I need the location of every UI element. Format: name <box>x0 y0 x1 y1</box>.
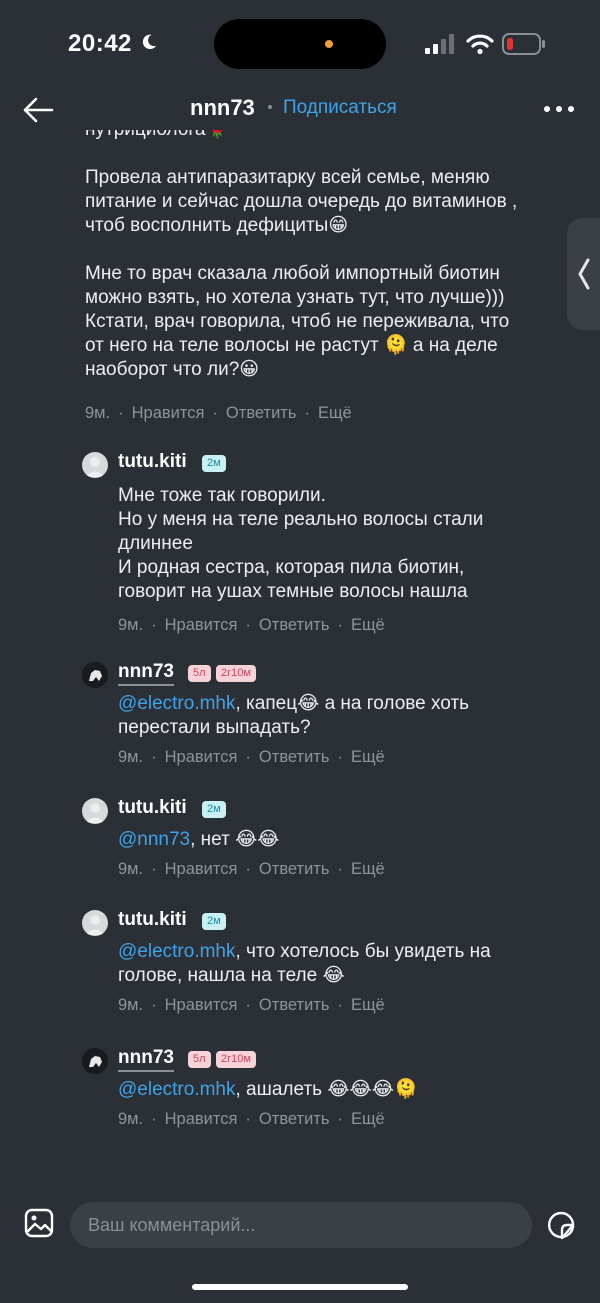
text-line: Но у меня на теле реально волосы стали <box>118 509 484 530</box>
header-title[interactable]: nnn73 <box>190 95 255 121</box>
comment-time: 9м. <box>118 1110 144 1128</box>
text-line: питание и сейчас дошла очередь до витами… <box>85 191 518 212</box>
comments-thread: нутрициолога🌹 Провела антипаразитарку все… <box>0 130 600 1190</box>
comment-text: @nnn73, нет 😂😂 <box>118 828 558 852</box>
text-line: , ашалеть 😂😂😂🫠 <box>235 1079 418 1100</box>
comment-text: @electro.mhk, капец😂 а на голове хоть пер… <box>118 692 558 740</box>
text-line: нутрициолога🌹 <box>85 130 555 142</box>
more-button[interactable]: Ещё <box>351 996 385 1014</box>
text-line: от него на теле волосы не растут 🫠 а на … <box>85 335 498 356</box>
comment-text: Мне тоже так говорили. Но у меня на теле … <box>118 484 558 604</box>
text-line <box>85 142 555 166</box>
comment-meta: 9м. · Нравится · Ответить · Ещё <box>118 996 385 1014</box>
reply-button[interactable]: Ответить <box>259 1110 330 1128</box>
reply-button[interactable]: Ответить <box>259 996 330 1014</box>
status-badge: 2м <box>202 913 226 930</box>
comment-meta: 9м. · Нравится · Ответить · Ещё <box>118 616 385 634</box>
recording-indicator <box>325 40 333 48</box>
reply-button[interactable]: Ответить <box>259 748 330 766</box>
text-line: , нет 😂😂 <box>190 829 280 850</box>
comment-time: 9м. <box>118 860 144 878</box>
user-mention[interactable]: @electro.mhk <box>118 941 236 962</box>
back-arrow-icon[interactable] <box>22 96 54 124</box>
comment-composer <box>0 1190 600 1260</box>
text-line: чтоб восполнить дефициты😁 <box>85 215 349 236</box>
text-line: И родная сестра, которая пила биотин, <box>118 557 465 578</box>
reply-button[interactable]: Ответить <box>259 860 330 878</box>
reply-button[interactable]: Ответить <box>259 616 330 634</box>
dynamic-island <box>214 19 386 69</box>
user-mention[interactable]: @nnn73 <box>118 829 190 850</box>
text-line: можно взять, но хотела узнать тут, что л… <box>85 287 505 308</box>
like-button[interactable]: Нравится <box>165 748 238 766</box>
membership-badge: 2г10м <box>216 665 256 682</box>
level-badge: 5л <box>188 1051 211 1068</box>
avatar[interactable] <box>82 452 108 478</box>
status-badge: 2м <box>202 801 226 818</box>
battery-icon <box>502 33 545 55</box>
comment-username[interactable]: nnn73 <box>118 1047 174 1072</box>
header: nnn73 Подписаться <box>0 90 600 130</box>
like-button[interactable]: Нравится <box>165 616 238 634</box>
user-mention[interactable]: @electro.mhk <box>118 1079 236 1100</box>
avatar[interactable] <box>82 1048 108 1074</box>
separator-dot <box>268 105 272 109</box>
comment-meta: 9м. · Нравится · Ответить · Ещё <box>118 1110 385 1128</box>
reply-button[interactable]: Ответить <box>226 404 297 422</box>
comment-time: 9м. <box>118 616 144 634</box>
comment-text: @electro.mhk, ашалеть 😂😂😂🫠 <box>118 1078 558 1102</box>
like-button[interactable]: Нравится <box>132 404 205 422</box>
text-line: Провела антипаразитарку всей семье, меня… <box>85 167 490 188</box>
comment-time: 9м. <box>118 748 144 766</box>
comment-username[interactable]: tutu.kiti <box>118 797 187 819</box>
wifi-icon <box>466 34 494 55</box>
more-button[interactable]: Ещё <box>351 748 385 766</box>
more-options-icon[interactable] <box>543 104 575 114</box>
text-line: говорит на ушах темные волосы нашла <box>118 581 468 602</box>
like-button[interactable]: Нравится <box>165 860 238 878</box>
comment-username[interactable]: tutu.kiti <box>118 451 187 473</box>
avatar[interactable] <box>82 798 108 824</box>
comment-time: 9м. <box>118 996 144 1014</box>
membership-badge: 2г10м <box>216 1051 256 1068</box>
text-line: перестали выпадать? <box>118 717 311 738</box>
avatar[interactable] <box>82 662 108 688</box>
image-attach-icon[interactable] <box>24 1208 54 1238</box>
home-indicator <box>192 1284 408 1290</box>
comment-time: 9м. <box>85 404 111 422</box>
comment-username[interactable]: nnn73 <box>118 661 174 686</box>
text-line: Кстати, врач говорила, чтоб не переживал… <box>85 311 510 332</box>
comment-meta: 9м. · Нравится · Ответить · Ещё <box>118 860 385 878</box>
more-button[interactable]: Ещё <box>351 860 385 878</box>
more-button[interactable]: Ещё <box>351 616 385 634</box>
subscribe-button[interactable]: Подписаться <box>283 97 397 119</box>
status-time: 20:42 <box>68 30 132 57</box>
status-badge: 2м <box>202 455 226 472</box>
like-button[interactable]: Нравится <box>165 1110 238 1128</box>
comment-input[interactable] <box>70 1202 532 1248</box>
comment-text: @electro.mhk, что хотелось бы увидеть на… <box>118 940 558 988</box>
comment-meta: 9м. · Нравится · Ответить · Ещё <box>118 748 385 766</box>
text-line: Мне то врач сказала любой импортный биот… <box>85 263 500 284</box>
text-line: , капец😂 а на голове хоть <box>235 693 470 714</box>
text-line: длиннее <box>118 533 193 554</box>
comment-username[interactable]: tutu.kiti <box>118 909 187 931</box>
sticker-icon[interactable] <box>545 1210 577 1240</box>
text-line: , что хотелось бы увидеть на <box>235 941 491 962</box>
avatar[interactable] <box>82 910 108 936</box>
text-line: наоборот что ли?😀 <box>85 359 260 380</box>
text-line: голове, нашла на теле 😂 <box>118 965 345 986</box>
text-line <box>85 238 555 262</box>
like-button[interactable]: Нравится <box>165 996 238 1014</box>
moon-icon <box>142 34 157 50</box>
post-body: нутрициолога🌹 Провела антипаразитарку все… <box>85 130 555 382</box>
level-badge: 5л <box>188 665 211 682</box>
user-mention[interactable]: @electro.mhk <box>118 693 236 714</box>
signal-icon <box>425 34 454 54</box>
status-bar: 20:42 <box>0 0 600 90</box>
post-meta: 9м. · Нравится · Ответить · Ещё <box>85 404 352 422</box>
more-button[interactable]: Ещё <box>318 404 352 422</box>
more-button[interactable]: Ещё <box>351 1110 385 1128</box>
text-line: Мне тоже так говорили. <box>118 485 326 506</box>
